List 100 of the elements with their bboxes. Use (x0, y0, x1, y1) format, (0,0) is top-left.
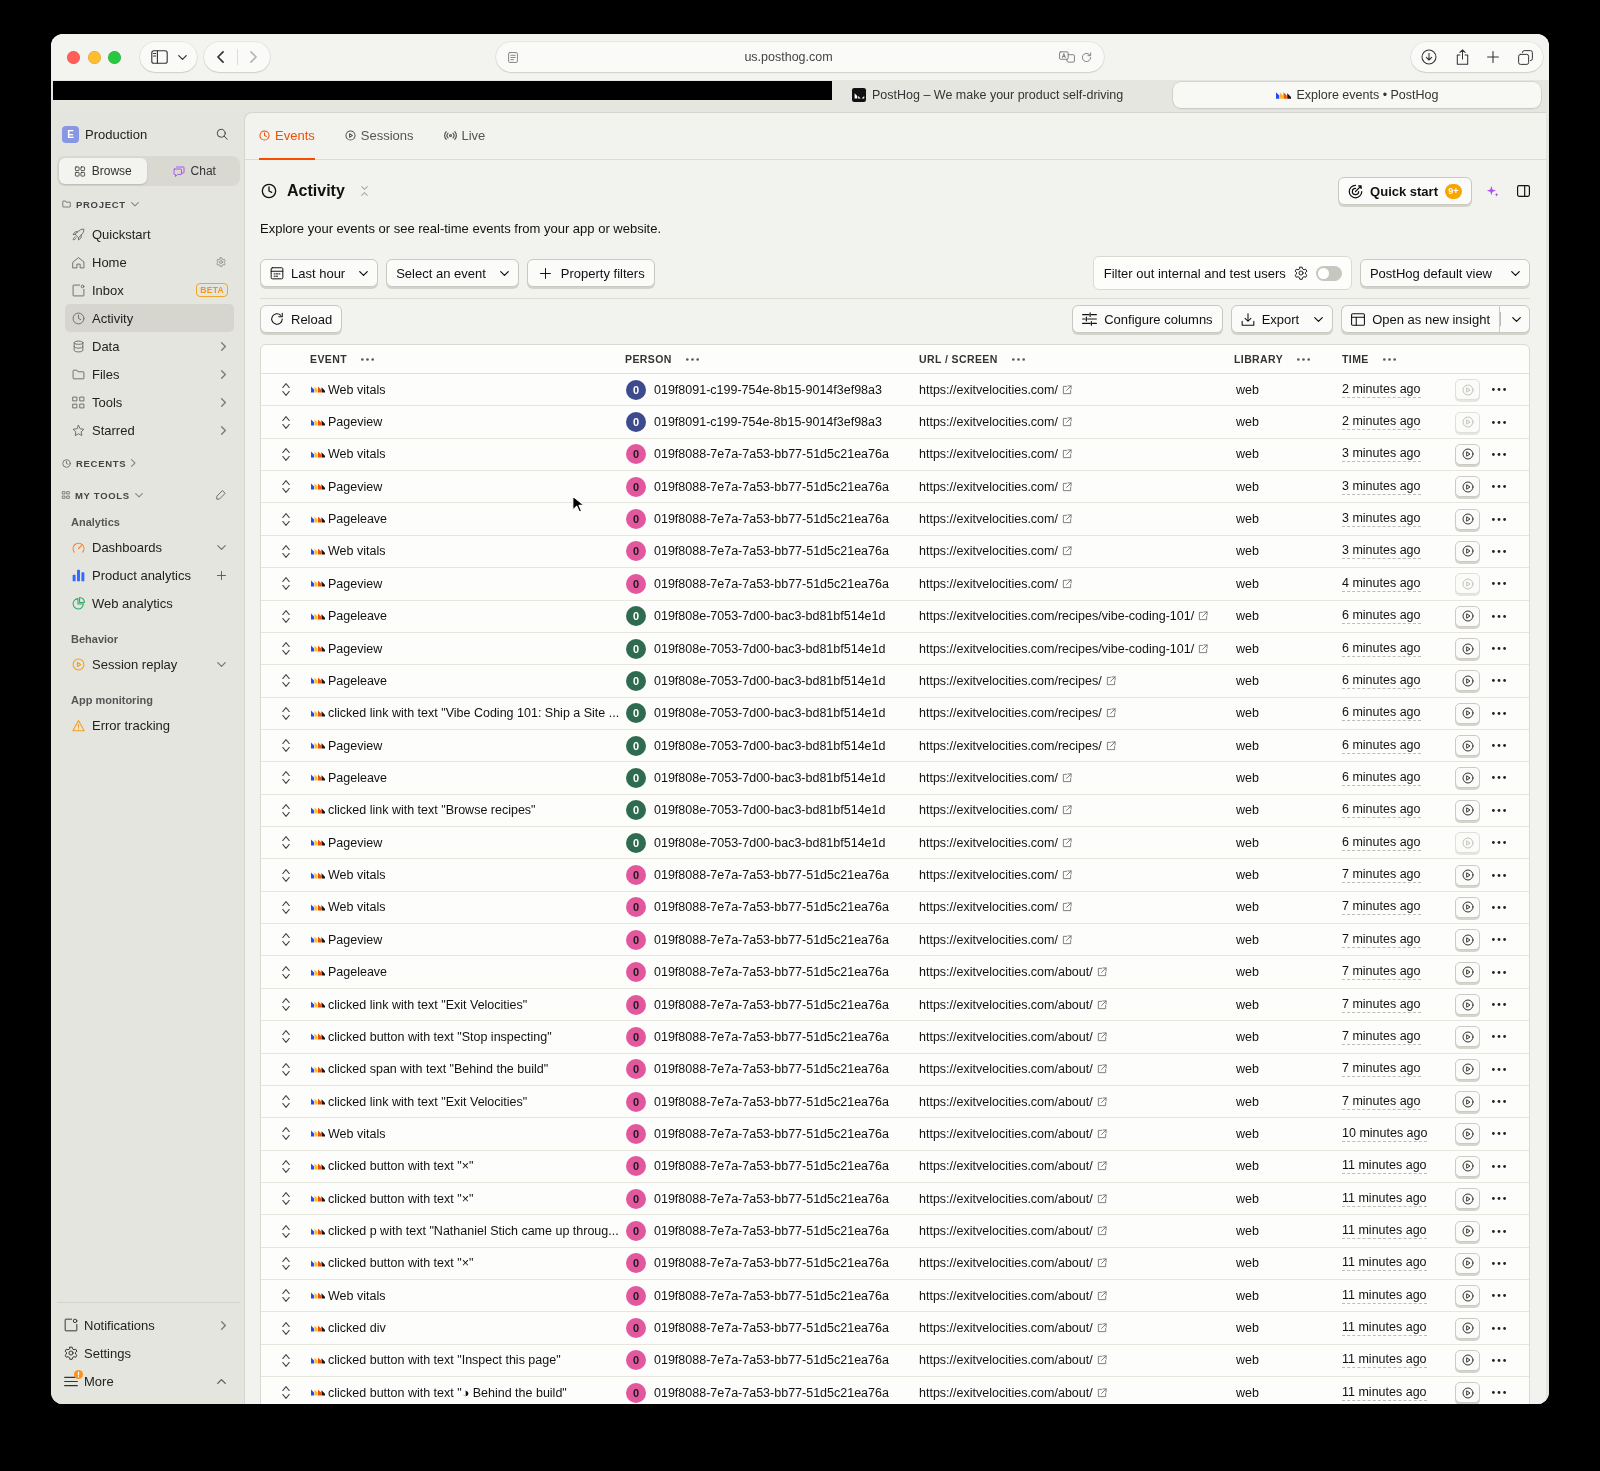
expand-icon[interactable] (281, 674, 290, 688)
expand-icon[interactable] (281, 1030, 290, 1044)
expand-icon[interactable] (281, 803, 290, 817)
nav-item[interactable]: Data (65, 332, 234, 360)
expand-icon[interactable] (281, 642, 290, 656)
external-link-icon[interactable] (1096, 967, 1107, 978)
person-id[interactable]: 019f8088-7e7a-7a53-bb77-51d5c21ea76a (654, 544, 889, 559)
external-link-icon[interactable] (1061, 805, 1072, 816)
person-id[interactable]: 019f8088-7e7a-7a53-bb77-51d5c21ea76a (654, 479, 889, 494)
person-id[interactable]: 019f808e-7053-7d00-bac3-bd81bf514e1d (654, 673, 886, 688)
more-icon[interactable] (1492, 744, 1506, 748)
reload-icon[interactable] (1081, 51, 1092, 63)
external-link-icon[interactable] (1096, 1096, 1107, 1107)
url-link[interactable]: https://exitvelocities.com/ (919, 868, 1058, 883)
expand-icon[interactable] (281, 836, 290, 850)
url-link[interactable]: https://exitvelocities.com/ (919, 544, 1058, 559)
url-link[interactable]: https://exitvelocities.com/about/ (919, 1191, 1093, 1206)
expand-icon[interactable] (281, 998, 290, 1011)
more-icon[interactable] (1297, 357, 1311, 361)
person-id[interactable]: 019f808e-7053-7d00-bac3-bd81bf514e1d (654, 641, 886, 656)
more-icon[interactable] (1492, 1003, 1506, 1006)
external-link-icon[interactable] (1096, 1128, 1107, 1139)
replay-button[interactable] (1455, 670, 1480, 692)
person-id[interactable]: 019f8088-7e7a-7a53-bb77-51d5c21ea76a (654, 1159, 889, 1174)
url-link[interactable]: https://exitvelocities.com/ (919, 835, 1058, 850)
expand-icon[interactable] (281, 1095, 290, 1109)
replay-button[interactable] (1455, 476, 1480, 498)
translate-icon[interactable] (1059, 51, 1075, 63)
toggle-switch[interactable] (1315, 265, 1342, 281)
url-link[interactable]: https://exitvelocities.com/about/ (919, 1126, 1093, 1141)
external-link-icon[interactable] (1198, 611, 1209, 622)
external-link-icon[interactable] (1096, 1193, 1107, 1204)
more-icon[interactable] (1492, 905, 1506, 909)
expand-icon[interactable] (281, 965, 290, 979)
more-icon[interactable] (1492, 1391, 1506, 1395)
person-id[interactable]: 019f808e-7053-7d00-bac3-bd81bf514e1d (654, 609, 886, 624)
url-link[interactable]: https://exitvelocities.com/ (919, 576, 1058, 591)
more-icon[interactable] (1382, 357, 1396, 361)
external-link-icon[interactable] (1096, 1161, 1107, 1172)
nav-item[interactable]: Home (65, 248, 234, 276)
nav-item[interactable]: Error tracking (65, 711, 234, 739)
person-id[interactable]: 019f8088-7e7a-7a53-bb77-51d5c21ea76a (654, 1191, 889, 1206)
nav-item[interactable]: More (57, 1367, 234, 1395)
replay-button[interactable] (1455, 1252, 1480, 1274)
more-icon[interactable] (1492, 614, 1506, 618)
settings-icon[interactable] (1293, 266, 1308, 280)
external-link-icon[interactable] (1061, 902, 1072, 913)
nav-item[interactable]: Web analytics (65, 589, 234, 617)
replay-button[interactable] (1455, 605, 1480, 627)
person-id[interactable]: 019f8088-7e7a-7a53-bb77-51d5c21ea76a (654, 1353, 889, 1368)
url-link[interactable]: https://exitvelocities.com/ (919, 900, 1058, 915)
date-range-dropdown[interactable]: Last hour (260, 259, 379, 287)
replay-button[interactable] (1455, 1317, 1480, 1339)
person-id[interactable]: 019f8088-7e7a-7a53-bb77-51d5c21ea76a (654, 900, 889, 915)
mode-tab[interactable]: Browse (59, 158, 147, 184)
browser-tab[interactable]: Explore events • PostHog (1173, 82, 1541, 108)
replay-button[interactable] (1455, 1058, 1480, 1080)
expand-icon[interactable] (281, 1321, 290, 1335)
person-id[interactable]: 019f8088-7e7a-7a53-bb77-51d5c21ea76a (654, 997, 889, 1012)
external-link-icon[interactable] (1096, 1355, 1107, 1366)
person-id[interactable]: 019f8088-7e7a-7a53-bb77-51d5c21ea76a (654, 1288, 889, 1303)
more-icon[interactable] (1492, 970, 1506, 974)
view-dropdown[interactable]: PostHog default view (1359, 259, 1530, 287)
external-link-icon[interactable] (1061, 837, 1072, 848)
url-link[interactable]: https://exitvelocities.com/about/ (919, 1353, 1093, 1368)
more-icon[interactable] (1492, 679, 1506, 683)
person-id[interactable]: 019f8088-7e7a-7a53-bb77-51d5c21ea76a (654, 1029, 889, 1044)
more-icon[interactable] (1492, 1229, 1506, 1233)
side-panel-icon[interactable] (1517, 185, 1530, 197)
url-link[interactable]: https://exitvelocities.com/about/ (919, 1385, 1093, 1400)
person-id[interactable]: 019f8088-7e7a-7a53-bb77-51d5c21ea76a (654, 1256, 889, 1271)
url-link[interactable]: https://exitvelocities.com/ (919, 382, 1058, 397)
reload-button[interactable]: Reload (260, 305, 343, 333)
replay-button[interactable] (1455, 994, 1480, 1015)
property-filters-button[interactable]: Property filters (526, 259, 655, 287)
external-link-icon[interactable] (1061, 449, 1072, 460)
url-link[interactable]: https://exitvelocities.com/ (919, 415, 1058, 430)
url-link[interactable]: https://exitvelocities.com/about/ (919, 1256, 1093, 1271)
expand-icon[interactable] (281, 1224, 290, 1238)
expand-icon[interactable] (281, 1289, 290, 1303)
external-link-icon[interactable] (1096, 1031, 1107, 1042)
person-id[interactable]: 019f8088-7e7a-7a53-bb77-51d5c21ea76a (654, 1224, 889, 1238)
person-id[interactable]: 019f8088-7e7a-7a53-bb77-51d5c21ea76a (654, 576, 889, 591)
replay-button[interactable] (1455, 702, 1480, 724)
replay-button[interactable] (1455, 1123, 1480, 1145)
person-id[interactable]: 019f8088-7e7a-7a53-bb77-51d5c21ea76a (654, 1385, 889, 1400)
more-icon[interactable] (1492, 873, 1506, 877)
replay-button[interactable] (1455, 508, 1480, 530)
url-link[interactable]: https://exitvelocities.com/about/ (919, 1029, 1093, 1044)
external-link-icon[interactable] (1061, 514, 1072, 525)
more-icon[interactable] (1492, 517, 1506, 521)
expand-icon[interactable] (281, 1353, 290, 1367)
more-icon[interactable] (361, 357, 374, 361)
replay-button[interactable] (1455, 1188, 1480, 1210)
external-link-icon[interactable] (1096, 1226, 1107, 1236)
more-icon[interactable] (1492, 582, 1506, 586)
more-icon[interactable] (1492, 485, 1506, 489)
replay-button[interactable] (1455, 735, 1480, 757)
url-link[interactable]: https://exitvelocities.com/about/ (919, 1062, 1093, 1077)
nav-item[interactable]: Activity (65, 304, 234, 332)
